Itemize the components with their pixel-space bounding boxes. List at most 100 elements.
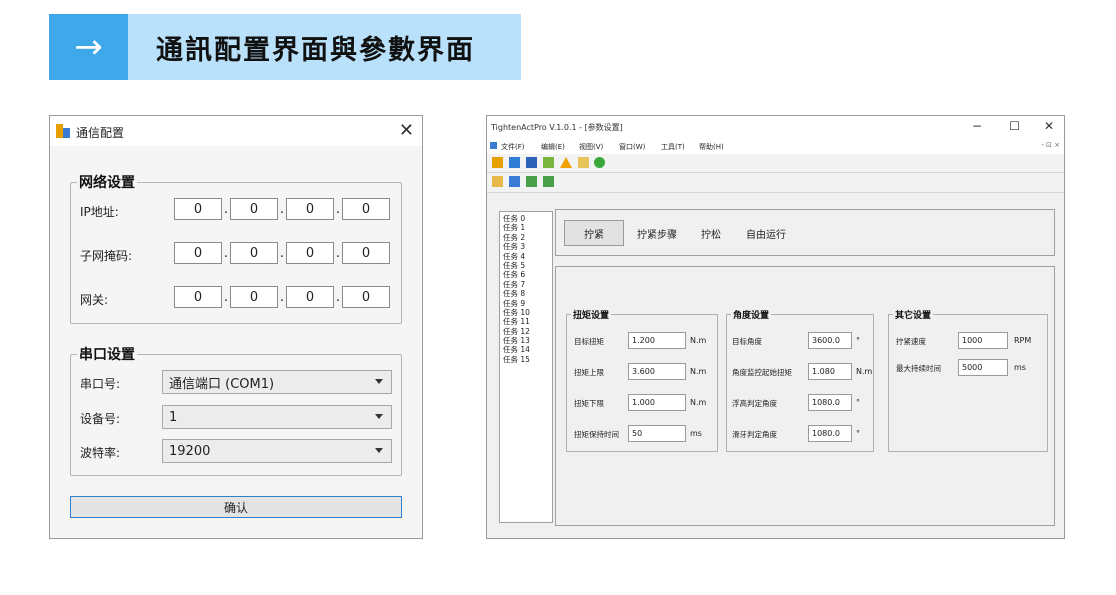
download-icon[interactable] <box>526 176 537 187</box>
gateway-octet-4[interactable]: 0 <box>342 286 390 308</box>
list-item[interactable]: 任务 7 <box>503 280 552 289</box>
torque-lower-input[interactable]: 1.000 <box>628 394 686 411</box>
angle-monitor-torque-unit: N.m <box>856 367 873 376</box>
float-angle-input[interactable]: 1080.0 <box>808 394 852 411</box>
maximize-icon[interactable]: ☐ <box>1009 119 1020 133</box>
other-settings-legend: 其它设置 <box>893 308 934 321</box>
settings-panel: 扭矩设置 目标扭矩 1.200 N.m 扭矩上限 3.600 N.m 扭矩下限 … <box>555 266 1055 526</box>
target-angle-label: 目标角度 <box>732 337 762 346</box>
ip-address-field: 0. 0. 0. 0 <box>174 198 390 220</box>
target-torque-input[interactable]: 1.200 <box>628 332 686 349</box>
tab-loosen[interactable]: 拧松 <box>690 220 732 246</box>
max-duration-unit: ms <box>1014 363 1026 372</box>
task-list[interactable]: 任务 0 任务 1 任务 2 任务 3 任务 4 任务 5 任务 6 任务 7 … <box>499 211 553 523</box>
slip-angle-label: 滑牙判定角度 <box>732 430 777 439</box>
warning-icon[interactable] <box>560 157 572 168</box>
monitor-icon[interactable] <box>526 157 537 168</box>
chevron-down-icon <box>375 448 383 453</box>
tighten-speed-label: 拧紧速度 <box>896 337 926 346</box>
tighten-speed-input[interactable]: 1000 <box>958 332 1008 349</box>
chevron-down-icon <box>375 414 383 419</box>
list-item[interactable]: 任务 3 <box>503 242 552 251</box>
connect-icon[interactable] <box>492 157 503 168</box>
device-number-label: 设备号: <box>80 412 121 426</box>
list-item[interactable]: 任务 11 <box>503 317 552 326</box>
menu-edit[interactable]: 编辑(E) <box>541 142 565 152</box>
mask-octet-3[interactable]: 0 <box>286 242 334 264</box>
confirm-button[interactable]: 确认 <box>70 496 402 518</box>
mask-octet-4[interactable]: 0 <box>342 242 390 264</box>
list-item[interactable]: 任务 10 <box>503 308 552 317</box>
angle-monitor-torque-label: 角度监控起始扭矩 <box>732 368 792 377</box>
torque-upper-input[interactable]: 3.600 <box>628 363 686 380</box>
tab-tighten[interactable]: 拧紧 <box>564 220 624 246</box>
mask-octet-2[interactable]: 0 <box>230 242 278 264</box>
baud-rate-select[interactable]: 19200 <box>162 439 392 463</box>
com-port-value: 通信端口 (COM1) <box>169 376 275 392</box>
list-item[interactable]: 任务 15 <box>503 355 552 364</box>
pen-icon[interactable] <box>578 157 589 168</box>
gateway-octet-2[interactable]: 0 <box>230 286 278 308</box>
torque-lower-unit: N.m <box>690 398 707 407</box>
save-icon[interactable] <box>509 176 520 187</box>
max-duration-input[interactable]: 5000 <box>958 359 1008 376</box>
list-item[interactable]: 任务 5 <box>503 261 552 270</box>
close-icon[interactable]: ✕ <box>399 120 414 141</box>
arrow-icon: → <box>49 14 128 80</box>
target-torque-unit: N.m <box>690 336 707 345</box>
angle-monitor-torque-input[interactable]: 1.080 <box>808 363 852 380</box>
window-title: TightenActPro V.1.0.1 - [参数设置] <box>491 123 623 132</box>
list-item[interactable]: 任务 1 <box>503 223 552 232</box>
target-torque-label: 目标扭矩 <box>574 337 604 346</box>
mask-octet-1[interactable]: 0 <box>174 242 222 264</box>
tab-free-run[interactable]: 自由运行 <box>736 220 796 246</box>
gateway-octet-1[interactable]: 0 <box>174 286 222 308</box>
toolbar-bottom-line <box>487 192 1064 193</box>
ip-octet-3[interactable]: 0 <box>286 198 334 220</box>
list-item[interactable]: 任务 6 <box>503 270 552 279</box>
float-angle-label: 浮高判定角度 <box>732 399 777 408</box>
device-number-select[interactable]: 1 <box>162 405 392 429</box>
ip-octet-1[interactable]: 0 <box>174 198 222 220</box>
list-item[interactable]: 任务 12 <box>503 327 552 336</box>
ip-octet-4[interactable]: 0 <box>342 198 390 220</box>
list-item[interactable]: 任务 2 <box>503 233 552 242</box>
menu-window[interactable]: 窗口(W) <box>619 142 645 152</box>
ip-address-label: IP地址: <box>80 205 119 219</box>
gateway-octet-3[interactable]: 0 <box>286 286 334 308</box>
menu-tools[interactable]: 工具(T) <box>661 142 685 152</box>
folder-icon[interactable] <box>492 176 503 187</box>
subnet-mask-label: 子网掩码: <box>80 249 133 263</box>
run-icon[interactable] <box>594 157 605 168</box>
menu-help[interactable]: 帮助(H) <box>699 142 724 152</box>
config-icon[interactable] <box>509 157 520 168</box>
com-port-select[interactable]: 通信端口 (COM1) <box>162 370 392 394</box>
torque-lower-label: 扭矩下限 <box>574 399 604 408</box>
minimize-icon[interactable]: − <box>972 119 982 133</box>
torque-hold-time-label: 扭矩保持时间 <box>574 430 619 439</box>
window-titlebar: TightenActPro V.1.0.1 - [参数设置] − ☐ ✕ <box>487 116 1064 138</box>
dialog-titlebar: 通信配置 ✕ <box>50 116 422 146</box>
list-item[interactable]: 任务 8 <box>503 289 552 298</box>
list-item[interactable]: 任务 4 <box>503 252 552 261</box>
list-item[interactable]: 任务 14 <box>503 345 552 354</box>
list-item[interactable]: 任务 0 <box>503 214 552 223</box>
mdi-child-icon <box>490 142 497 149</box>
ip-octet-2[interactable]: 0 <box>230 198 278 220</box>
tool-icon[interactable] <box>543 157 554 168</box>
target-angle-input[interactable]: 3600.0 <box>808 332 852 349</box>
torque-hold-time-unit: ms <box>690 429 702 438</box>
mdi-window-controls[interactable]: - ⊡ × <box>1041 141 1060 149</box>
menu-view[interactable]: 视图(V) <box>579 142 603 152</box>
torque-upper-label: 扭矩上限 <box>574 368 604 377</box>
upload-icon[interactable] <box>543 176 554 187</box>
menu-file[interactable]: 文件(F) <box>501 142 525 152</box>
baud-rate-value: 19200 <box>169 443 211 459</box>
tab-tighten-steps[interactable]: 拧紧步骤 <box>628 220 686 246</box>
device-number-value: 1 <box>169 409 178 425</box>
mode-tabs: 拧紧 拧紧步骤 拧松 自由运行 <box>555 209 1055 256</box>
torque-hold-time-input[interactable]: 50 <box>628 425 686 442</box>
close-icon[interactable]: ✕ <box>1044 119 1054 133</box>
list-item[interactable]: 任务 9 <box>503 299 552 308</box>
slip-angle-input[interactable]: 1080.0 <box>808 425 852 442</box>
